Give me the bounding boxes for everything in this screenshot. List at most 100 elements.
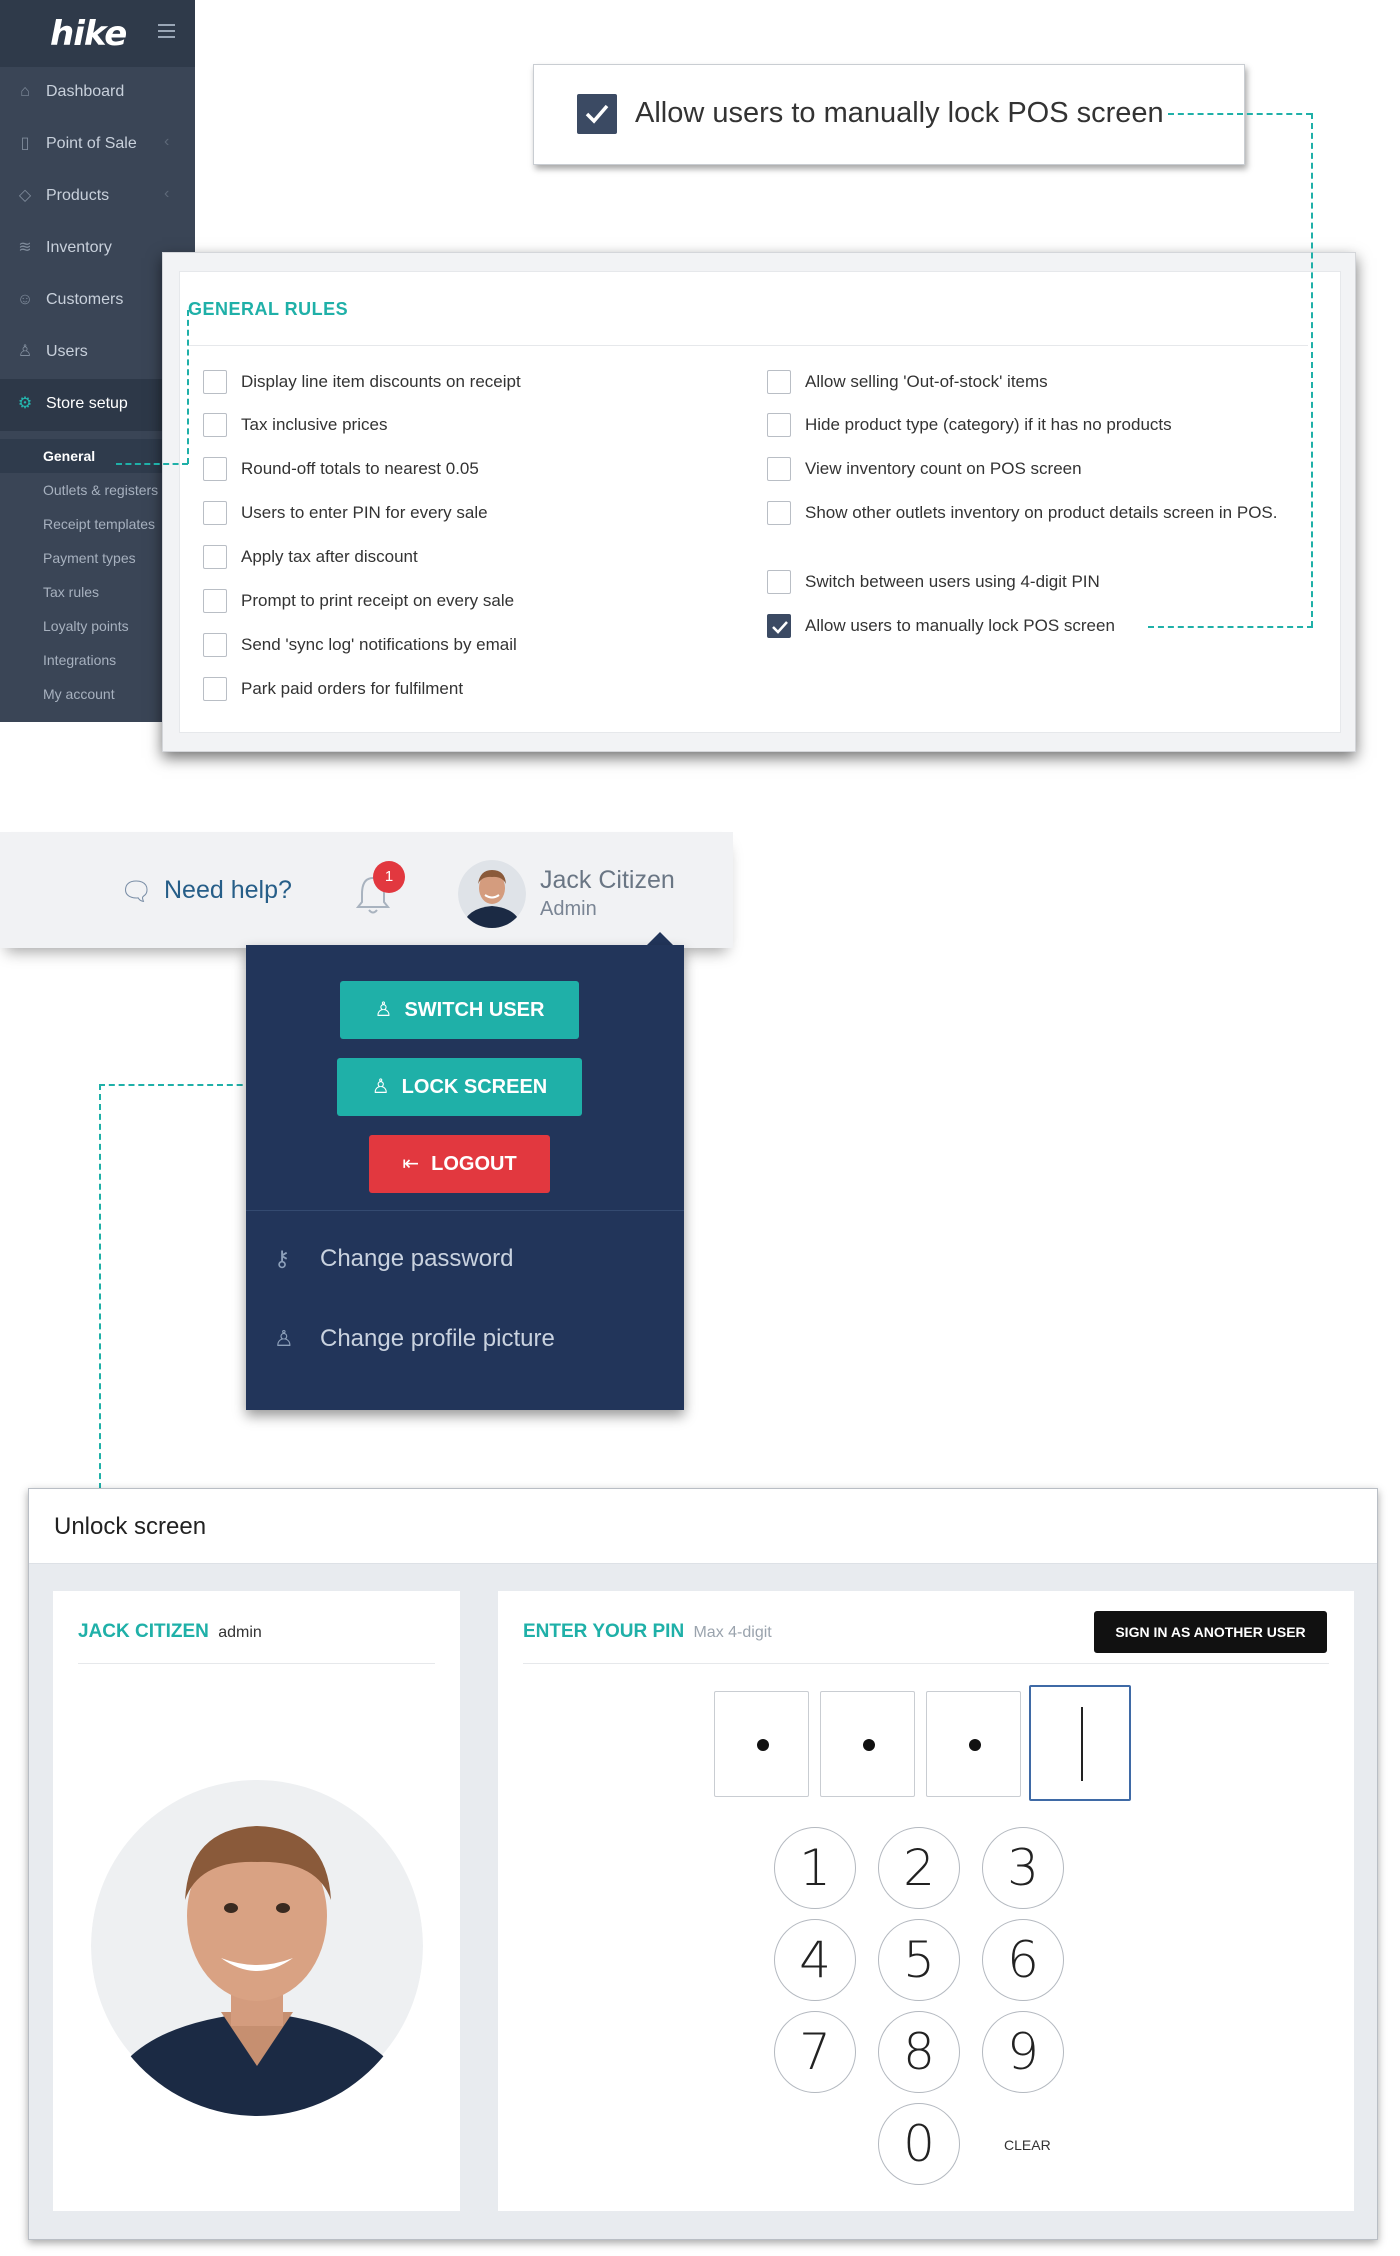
notification-badge: 1 [373,861,405,893]
lock-screen-label: LOCK SCREEN [401,1076,548,1098]
pin-card-heading: ENTER YOUR PIN Max 4-digit [523,1621,772,1643]
checkbox[interactable] [203,677,227,701]
switch-user-label: SWITCH USER [404,999,545,1021]
checkbox[interactable] [767,370,791,394]
connector-line [1311,113,1313,627]
pin-digit-box[interactable] [926,1691,1021,1797]
need-help-link[interactable]: 🗨 Need help? [120,876,292,907]
sidebar-item-products[interactable]: ◇ Products ‹ [0,171,195,223]
hamburger-menu-icon[interactable] [158,24,175,38]
sidebar-subitem-label: General [43,448,96,464]
change-profile-picture-label: Change profile picture [320,1325,555,1352]
logout-button[interactable]: ⇤ LOGOUT [369,1135,550,1193]
pin-digit-box[interactable] [820,1691,915,1797]
rule-label: Send 'sync log' notifications by email [241,635,517,654]
sidebar-item-label: Dashboard [46,83,125,100]
checkbox[interactable] [203,370,227,394]
user-icon: ♙ [274,1326,294,1351]
sidebar-item-label: Store setup [46,395,128,412]
need-help-label: Need help? [164,876,292,904]
rule-label: Tax inclusive prices [241,415,388,434]
sidebar-item-label: Products [46,187,110,204]
user-avatar-small[interactable] [458,860,526,928]
checkbox[interactable] [767,501,791,525]
checkbox[interactable] [203,457,227,481]
sidebar-item-label: Users [46,343,88,360]
checkbox[interactable] [203,501,227,525]
sidebar-subitem-label: Tax rules [43,584,100,600]
rule-label: Park paid orders for fulfilment [241,679,464,698]
pin-digit-box[interactable] [714,1691,809,1797]
connector-line [99,1084,101,1509]
user-name[interactable]: Jack Citizen [540,866,675,895]
sidebar-subitem-label: Receipt templates [43,516,156,532]
checkbox[interactable] [203,633,227,657]
hike-logo[interactable]: hike [50,14,127,54]
pin-digit-box-active[interactable] [1029,1685,1131,1801]
divider [246,1210,684,1211]
sidebar-subitem-label: Integrations [43,652,117,668]
text-cursor [1081,1707,1083,1781]
keypad-key-0[interactable]: 0 [878,2103,960,2185]
rule-label: Apply tax after discount [241,547,418,566]
user-icon: ♙ [371,1076,390,1098]
keypad-key-2[interactable]: 2 [878,1827,960,1909]
pin-hint: Max 4-digit [693,1624,772,1641]
rule-label: Allow selling 'Out-of-stock' items [805,372,1048,391]
switch-user-button[interactable]: ♙ SWITCH USER [340,981,579,1039]
checkmark-icon [772,621,788,634]
pin-card: ENTER YOUR PIN Max 4-digit SIGN IN AS AN… [498,1591,1354,2211]
checkbox[interactable] [767,413,791,437]
checkbox-checked[interactable] [767,614,791,638]
chat-bubbles-icon: 🗨 [120,876,154,906]
lock-pos-checkbox-zoomed[interactable] [577,94,617,134]
keypad-key-3[interactable]: 3 [982,1827,1064,1909]
divider [188,345,1308,346]
change-password-link[interactable]: ⚷ Change password [274,1245,513,1273]
rule-label: Users to enter PIN for every sale [241,503,488,522]
rule-label: Display line item discounts on receipt [241,372,521,391]
change-profile-picture-link[interactable]: ♙ Change profile picture [274,1325,555,1353]
keypad-key-6[interactable]: 6 [982,1919,1064,2001]
rule-label: Switch between users using 4-digit PIN [805,572,1100,591]
keypad-key-4[interactable]: 4 [774,1919,856,2001]
user-dropdown-menu: ♙ SWITCH USER ♙ LOCK SCREEN ⇤ LOGOUT ⚷ Chang… [246,945,684,1410]
dropdown-caret [646,932,674,946]
sidebar-item-dashboard[interactable]: ⌂ Dashboard [0,67,195,119]
divider [78,1663,435,1664]
chevron-left-icon: ‹ [164,133,170,150]
divider [523,1663,1329,1664]
sidebar-header: hike [0,0,195,67]
enter-pin-heading: ENTER YOUR PIN [523,1621,685,1642]
rule-label: View inventory count on POS screen [805,459,1082,478]
sidebar-item-point-of-sale[interactable]: ▯ Point of Sale ‹ [0,119,195,171]
connector-line [116,463,188,465]
checkbox[interactable] [203,589,227,613]
lock-screen-button[interactable]: ♙ LOCK SCREEN [337,1058,582,1116]
keypad-key-7[interactable]: 7 [774,2011,856,2093]
sidebar-subitem-label: My account [43,686,115,702]
pin-dot [969,1739,981,1751]
keypad-key-5[interactable]: 5 [878,1919,960,2001]
lock-pos-callout: Allow users to manually lock POS screen [533,64,1245,165]
checkbox[interactable] [203,545,227,569]
sidebar-item-label: Point of Sale [46,135,137,152]
checkbox[interactable] [767,570,791,594]
checkbox[interactable] [203,413,227,437]
pin-dot [863,1739,875,1751]
keypad-key-1[interactable]: 1 [774,1827,856,1909]
user-card: JACK CITIZEN admin [53,1591,460,2211]
unlock-screen-dialog: Unlock screen JACK CITIZEN admin ENTER Y… [28,1488,1378,2240]
unlock-user-name: JACK CITIZEN [78,1621,209,1642]
sign-in-another-user-button[interactable]: SIGN IN AS ANOTHER USER [1094,1611,1327,1653]
key-icon: ⚷ [274,1246,291,1271]
checkbox[interactable] [767,457,791,481]
user-role: Admin [540,898,597,920]
keypad-key-8[interactable]: 8 [878,2011,960,2093]
rule-label: Prompt to print receipt on every sale [241,591,515,610]
general-rules-title: GENERAL RULES [188,299,349,319]
customers-icon: ☺ [16,291,34,308]
keypad-clear-button[interactable]: CLEAR [1004,2137,1051,2153]
gear-icon: ⚙ [17,395,33,412]
keypad-key-9[interactable]: 9 [982,2011,1064,2093]
